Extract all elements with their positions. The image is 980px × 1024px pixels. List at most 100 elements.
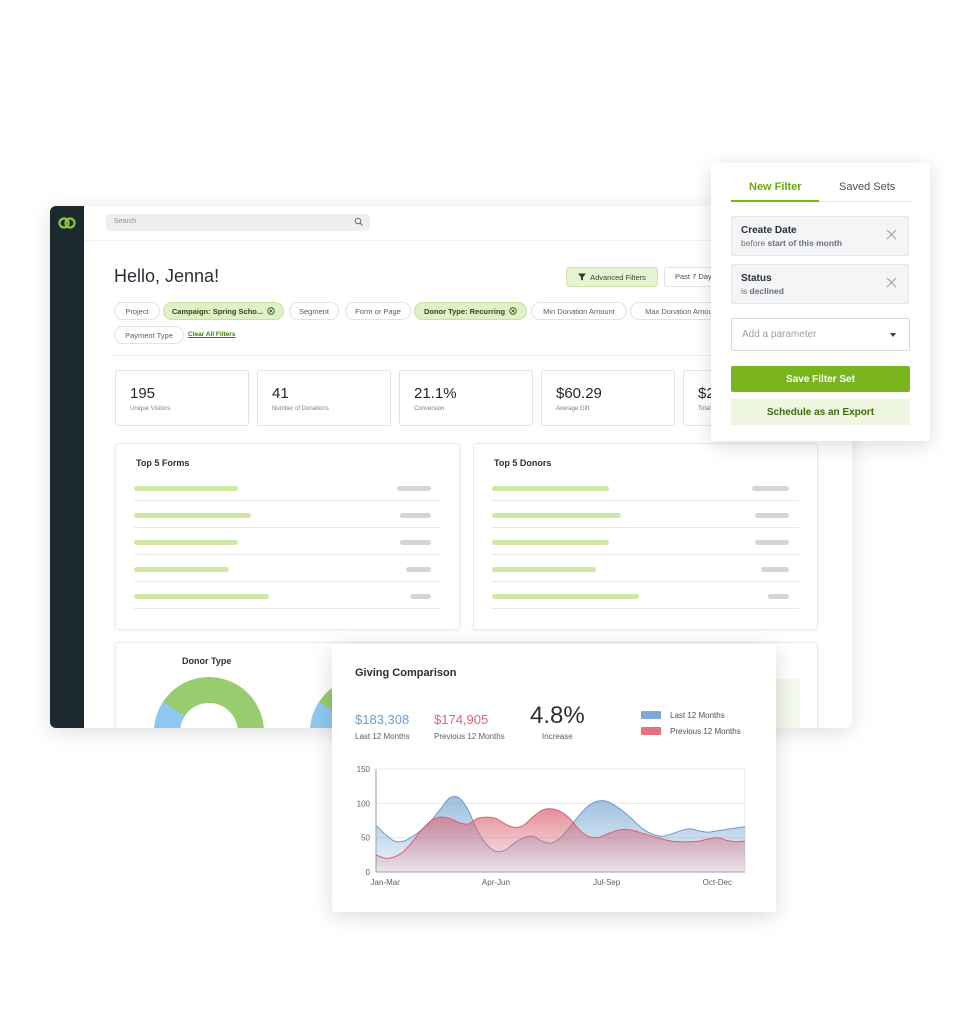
filter-title: Create Date (741, 225, 797, 236)
list-item (134, 581, 441, 609)
chip-label: Campaign: Spring Scho... (171, 306, 264, 316)
list-item-value (406, 567, 431, 572)
kpi-label: Number of Donations (272, 406, 329, 412)
chip-label: Min Donation Amount (543, 306, 615, 316)
list-item-bar (134, 540, 238, 545)
x-tick-label: Apr-Jun (482, 878, 510, 887)
x-tick-label: Oct-Dec (703, 878, 732, 887)
donor-type-donut (154, 677, 264, 728)
filter-panel: New Filter Saved Sets Create Date before… (711, 163, 930, 441)
list-item-value (410, 594, 431, 599)
kpi-value: 41 (272, 385, 289, 402)
x-tick-label: Jan-Mar (371, 878, 401, 887)
list-item-bar (492, 540, 609, 545)
chip-label: Max Donation Amount (645, 306, 719, 316)
card-title: Top 5 Donors (494, 458, 552, 468)
tab-saved-sets[interactable]: Saved Sets (839, 181, 895, 193)
placeholder-block (776, 679, 800, 728)
list-item-value (761, 567, 789, 572)
kpi-card: 21.1% Conversion (399, 370, 533, 426)
top-forms-card: Top 5 Forms (115, 443, 460, 630)
filter-icon (578, 273, 587, 281)
date-range-label: Past 7 Days (675, 272, 716, 281)
kpi-label: Conversion (414, 406, 445, 412)
clear-all-filters-link[interactable]: Clear All Filters (188, 331, 235, 338)
remove-chip-icon[interactable] (509, 307, 517, 315)
list-item-bar (492, 486, 609, 491)
logo-icon (58, 217, 76, 229)
kpi-label: Unique Visitors (130, 406, 171, 412)
top-donors-card: Top 5 Donors (473, 443, 818, 630)
list-item-value (755, 540, 789, 545)
list-item (492, 527, 799, 555)
list-item-bar (134, 513, 251, 518)
chip-label: Segment (298, 306, 330, 316)
chip-campaign[interactable]: Campaign: Spring Scho... (163, 302, 284, 320)
filter-title: Status (741, 273, 772, 284)
list-item-value (400, 540, 431, 545)
y-tick-label: 100 (357, 799, 371, 808)
close-icon[interactable] (886, 229, 897, 240)
list-item-bar (134, 594, 269, 599)
tab-new-filter[interactable]: New Filter (749, 181, 802, 193)
card-title: Donor Type (182, 656, 232, 666)
kpi-value: 195 (130, 385, 156, 402)
list-item (492, 500, 799, 528)
remove-chip-icon[interactable] (267, 307, 275, 315)
chip-payment-type[interactable]: Payment Type (114, 326, 184, 344)
active-tab-indicator (731, 200, 819, 202)
chip-donor-type[interactable]: Donor Type: Recurring (414, 302, 527, 320)
list-item-bar (492, 567, 596, 572)
chip-project[interactable]: Project (114, 302, 160, 320)
chip-label: Payment Type (125, 330, 173, 340)
kpi-value: 21.1% (414, 385, 457, 402)
list-item (492, 473, 799, 501)
list-item-value (755, 513, 789, 518)
kpi-card: 195 Unique Visitors (115, 370, 249, 426)
add-parameter-placeholder: Add a parameter (742, 329, 817, 340)
giving-area-chart: 0 50 100 150 Jan-Mar Apr-Jun Jul-Sep Oct-Dec (357, 765, 746, 887)
list-item (134, 527, 441, 555)
list-item-value (752, 486, 789, 491)
list-item-value (397, 486, 431, 491)
kpi-label: Average Gift (556, 406, 590, 412)
sidebar (50, 206, 84, 728)
filter-status[interactable]: Status is declined (731, 264, 909, 304)
card-title: Top 5 Forms (136, 458, 190, 468)
list-item-value (400, 513, 431, 518)
filter-condition: is declined (741, 286, 784, 296)
chip-form-or-page[interactable]: Form or Page (345, 302, 411, 320)
y-tick-label: 50 (361, 834, 370, 843)
advanced-filters-button[interactable]: Advanced Filters (566, 267, 658, 287)
kpi-label: Total (698, 406, 711, 412)
filter-create-date[interactable]: Create Date before start of this month (731, 216, 909, 256)
chip-label: Project (125, 306, 149, 316)
list-item-value (768, 594, 789, 599)
x-tick-label: Jul-Sep (593, 878, 621, 887)
list-item (492, 581, 799, 609)
list-item-bar (492, 594, 639, 599)
search-input[interactable]: Search (106, 214, 370, 231)
list-item (134, 473, 441, 501)
chevron-down-icon (890, 333, 896, 337)
add-parameter-select[interactable]: Add a parameter (731, 318, 910, 351)
chip-segment[interactable]: Segment (289, 302, 339, 320)
list-item-bar (492, 513, 621, 518)
y-tick-label: 150 (357, 765, 371, 774)
chip-label: Form or Page (355, 306, 401, 316)
kpi-card: 41 Number of Donations (257, 370, 391, 426)
schedule-export-button[interactable]: Schedule as an Export (731, 399, 910, 425)
search-icon[interactable] (354, 217, 364, 227)
giving-comparison-card: Giving Comparison $183,308 Last 12 Month… (332, 644, 776, 912)
list-item-bar (134, 567, 229, 572)
close-icon[interactable] (886, 277, 897, 288)
search-placeholder: Search (114, 218, 137, 225)
chip-min-donation[interactable]: Min Donation Amount (531, 302, 627, 320)
list-item (134, 554, 441, 582)
advanced-filters-label: Advanced Filters (590, 272, 646, 282)
kpi-card: $60.29 Average Gift (541, 370, 675, 426)
kpi-value: $60.29 (556, 385, 602, 402)
list-item-bar (134, 486, 238, 491)
greeting-title: Hello, Jenna! (114, 266, 220, 286)
save-filter-set-button[interactable]: Save Filter Set (731, 366, 910, 392)
